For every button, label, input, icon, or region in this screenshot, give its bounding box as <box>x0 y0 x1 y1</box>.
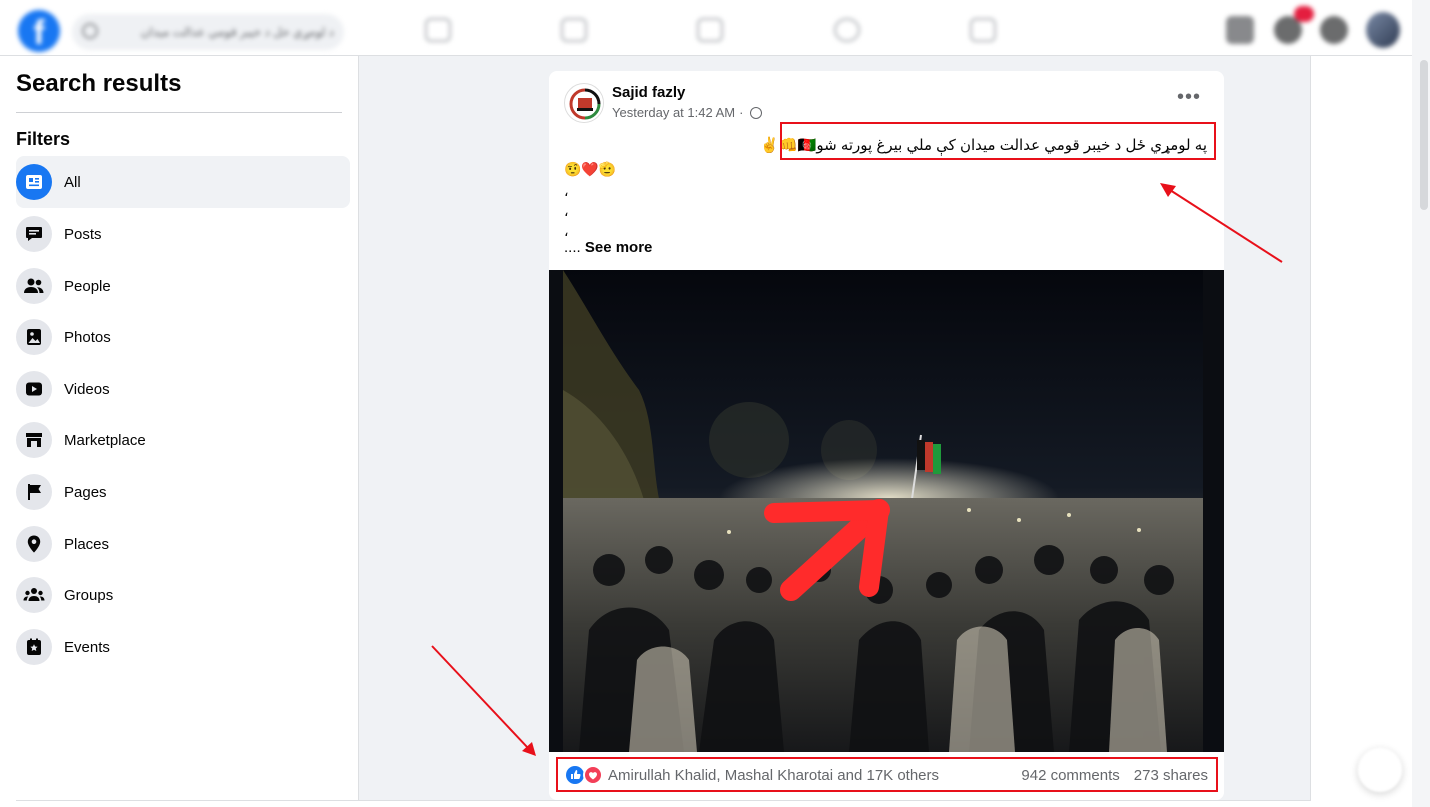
bottom-edge <box>16 800 1311 807</box>
annotation-arrows <box>431 183 1283 756</box>
annotation-arrow-reactions <box>431 645 536 756</box>
new-message-button[interactable] <box>1358 748 1402 792</box>
annotation-arrow-text <box>1160 183 1283 263</box>
